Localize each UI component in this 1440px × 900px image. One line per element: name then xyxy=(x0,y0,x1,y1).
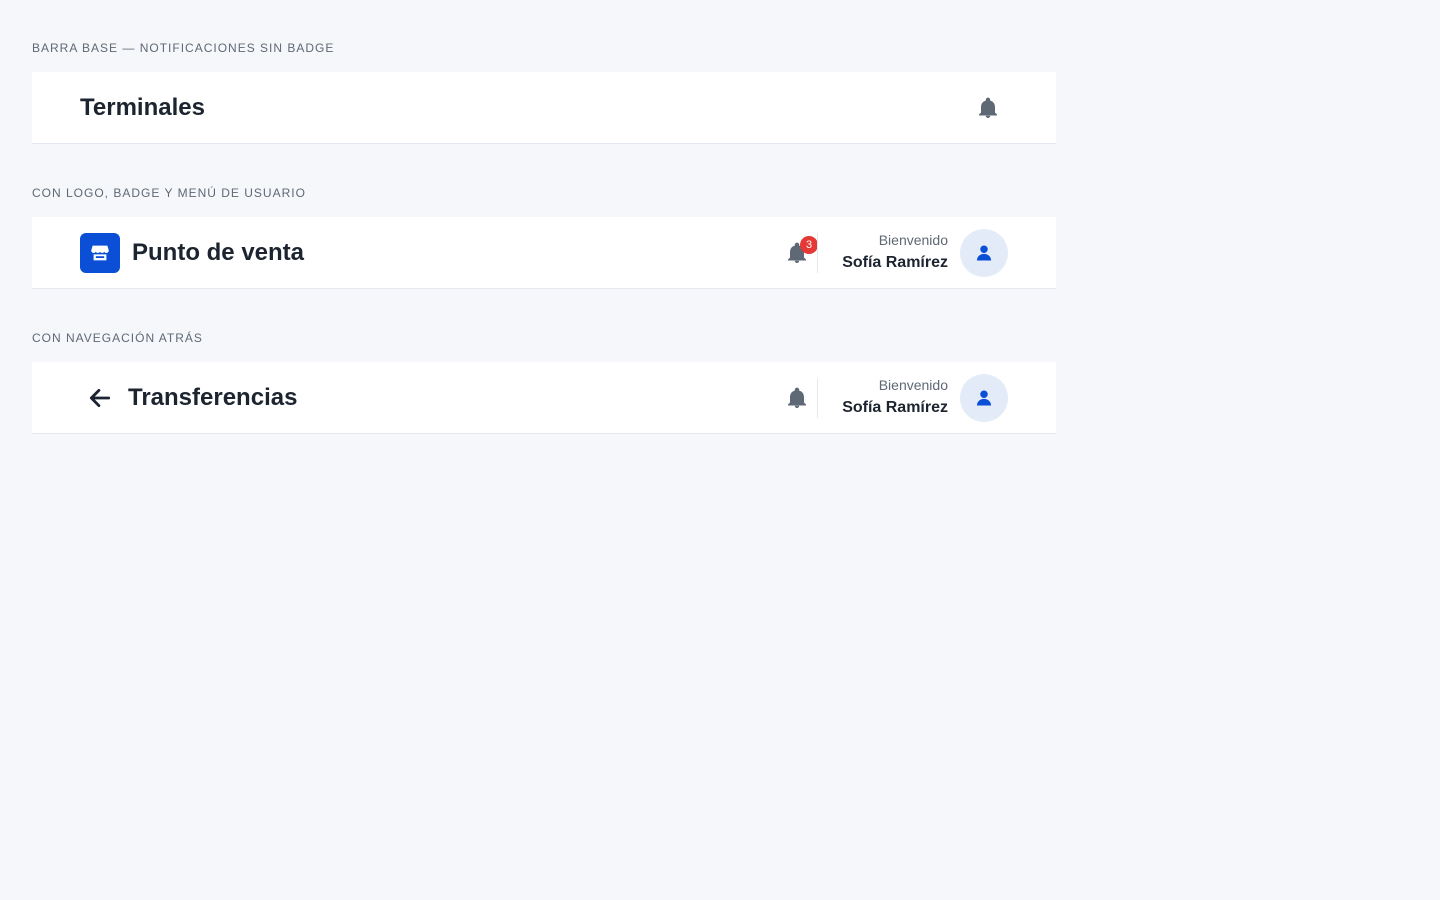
page-title: Terminales xyxy=(80,93,205,121)
user-icon xyxy=(974,243,994,263)
section-label-logo: CON LOGO, BADGE Y MENÚ DE USUARIO xyxy=(32,186,306,200)
avatar[interactable] xyxy=(960,228,1008,277)
bell-icon xyxy=(976,96,1000,120)
top-bar-logo: Punto de venta 3 Bienvenido Sofía Ramíre… xyxy=(32,217,1056,289)
notifications-button[interactable] xyxy=(975,95,1001,121)
section-label-base: BARRA BASE — NOTIFICACIONES SIN BADGE xyxy=(32,41,335,55)
notifications-button[interactable] xyxy=(784,385,810,411)
top-bar-back: Transferencias Bienvenido Sofía Ramírez xyxy=(32,362,1056,434)
store-logo-icon xyxy=(89,242,111,264)
back-button[interactable] xyxy=(84,382,116,414)
page-title: Transferencias xyxy=(128,383,298,411)
bell-icon xyxy=(785,386,809,410)
notifications-button[interactable]: 3 xyxy=(784,235,818,266)
divider xyxy=(817,378,818,418)
user-greeting: Bienvenido xyxy=(878,231,948,248)
page-title: Punto de venta xyxy=(132,238,305,266)
user-greeting: Bienvenido xyxy=(878,376,948,393)
arrow-left-icon xyxy=(87,385,113,411)
user-icon xyxy=(974,388,994,408)
divider xyxy=(817,233,818,273)
app-logo xyxy=(80,232,120,273)
user-menu[interactable]: Bienvenido Sofía Ramírez xyxy=(842,376,948,420)
section-label-back: CON NAVEGACIÓN ATRÁS xyxy=(32,331,203,345)
avatar[interactable] xyxy=(960,373,1008,422)
user-name: Sofía Ramírez xyxy=(842,253,948,271)
top-bar-base: Terminales xyxy=(32,72,1056,144)
user-menu[interactable]: Bienvenido Sofía Ramírez xyxy=(842,231,948,275)
user-name: Sofía Ramírez xyxy=(842,398,948,416)
notification-badge: 3 xyxy=(800,235,818,254)
